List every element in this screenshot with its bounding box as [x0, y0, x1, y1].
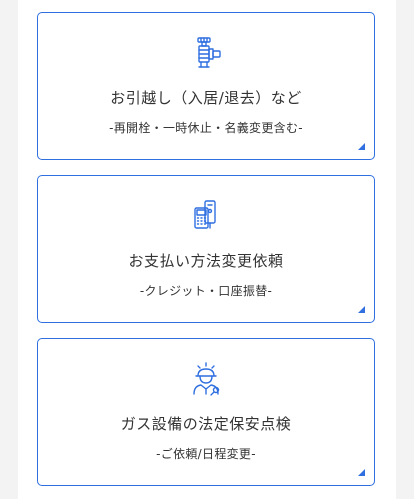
card-title: お支払い方法変更依頼 — [128, 252, 284, 270]
corner-triangle-icon — [358, 143, 365, 150]
faucet-icon — [188, 35, 224, 71]
worker-icon — [188, 361, 224, 397]
card-title: ガス設備の法定保安点検 — [120, 415, 292, 433]
card-subtitle: -クレジット・口座振替- — [139, 284, 273, 298]
payment-terminal-icon — [188, 198, 224, 234]
card-subtitle: -ご依頼/日程変更- — [156, 447, 256, 461]
corner-triangle-icon — [358, 306, 365, 313]
payment-method-card[interactable]: お支払い方法変更依頼 -クレジット・口座振替- — [37, 175, 375, 323]
corner-triangle-icon — [358, 469, 365, 476]
move-in-out-card[interactable]: お引越し（入居/退去）など -再開栓・一時休止・名義変更含む- — [37, 12, 375, 160]
card-subtitle: -再開栓・一時休止・名義変更含む- — [109, 121, 303, 135]
card-title: お引越し（入居/退去）など — [110, 89, 302, 107]
safety-inspection-card[interactable]: ガス設備の法定保安点検 -ご依頼/日程変更- — [37, 338, 375, 486]
